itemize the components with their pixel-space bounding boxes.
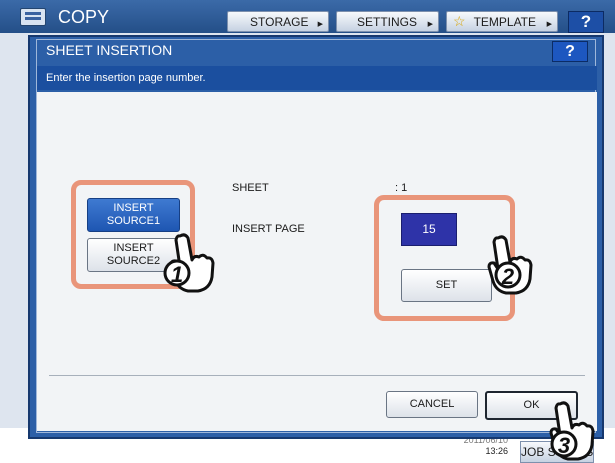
cancel-button[interactable]: CANCEL: [386, 391, 478, 418]
instruction-text: Enter the insertion page number.: [37, 66, 597, 90]
arrow-icon: ▶: [546, 21, 552, 28]
app-title: COPY: [58, 7, 110, 27]
insert-page-label: INSERT PAGE: [232, 223, 305, 235]
template-button[interactable]: ☆ TEMPLATE ▶: [446, 11, 558, 32]
callout-number: 2: [501, 264, 515, 289]
settings-button[interactable]: SETTINGS ▶: [336, 11, 439, 32]
time-text: 13:26: [485, 446, 508, 456]
sheet-label: SHEET: [232, 182, 269, 194]
arrow-icon: ▶: [427, 21, 433, 28]
callout-number: 3: [558, 433, 570, 458]
copy-app-icon: [20, 8, 46, 26]
storage-button-label: STORAGE: [250, 14, 309, 29]
dialog-title: SHEET INSERTION: [46, 42, 173, 58]
callout-number: 1: [171, 262, 183, 287]
storage-button[interactable]: STORAGE ▶: [227, 11, 329, 32]
arrow-icon: ▶: [317, 21, 323, 28]
hand-pointer-icon: 3: [549, 401, 595, 461]
star-icon: ☆: [453, 13, 466, 29]
hand-pointer-icon: 1: [163, 233, 215, 293]
divider: [49, 375, 585, 376]
hand-pointer-icon: 2: [487, 235, 533, 295]
sheet-value: : 1: [395, 182, 408, 194]
help-button[interactable]: ?: [568, 11, 604, 33]
settings-button-label: SETTINGS: [357, 14, 418, 29]
template-button-label: TEMPLATE: [473, 14, 537, 29]
dialog-help-button[interactable]: ?: [552, 41, 588, 62]
